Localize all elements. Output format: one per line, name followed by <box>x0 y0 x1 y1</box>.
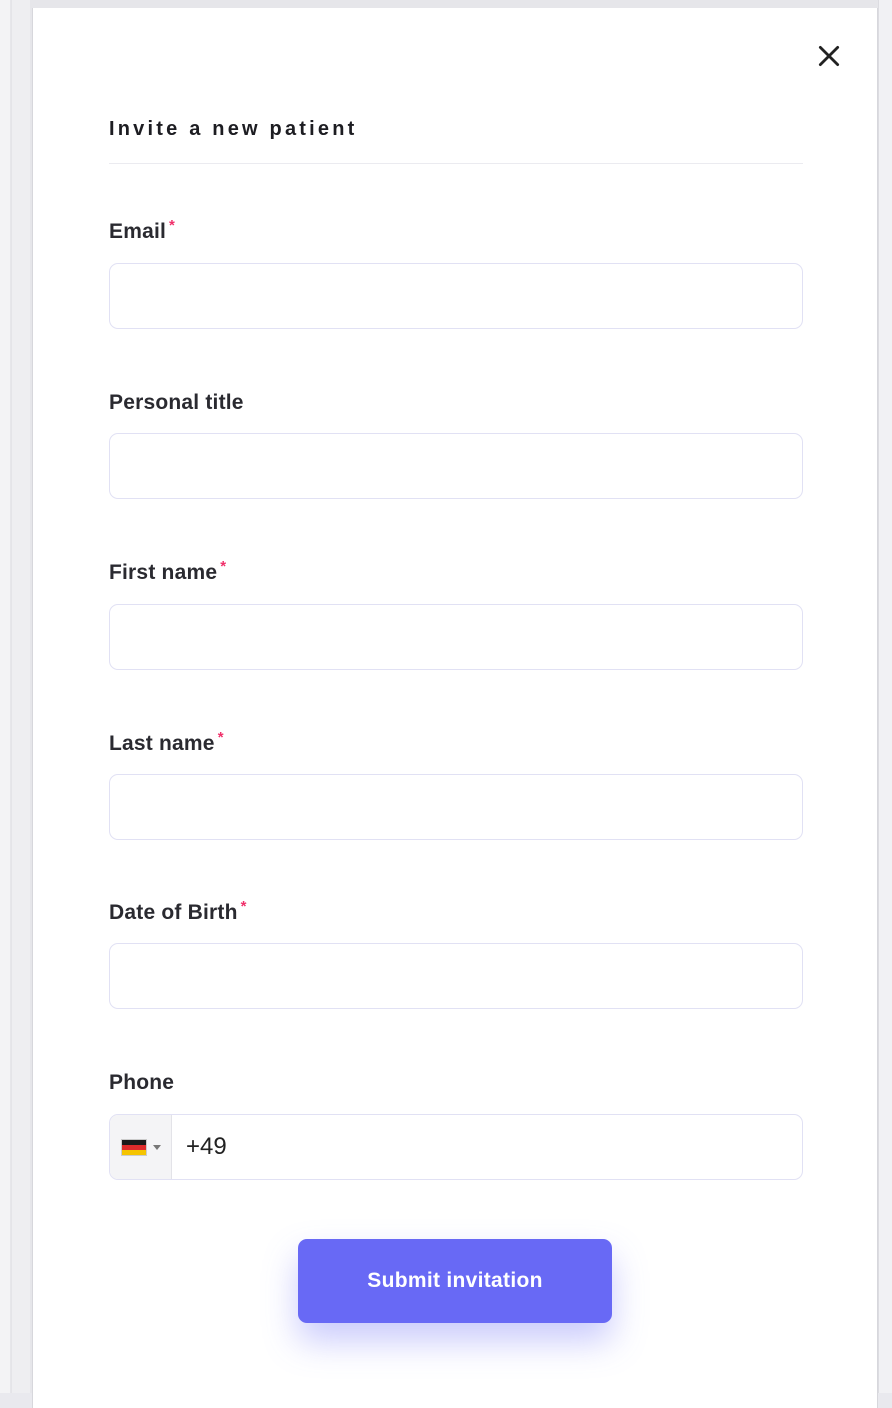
required-marker: * <box>240 898 247 915</box>
date-of-birth-label-text: Date of Birth <box>109 901 238 924</box>
phone-input[interactable] <box>172 1115 802 1179</box>
title-divider <box>109 163 803 164</box>
modal-title: Invite a new patient <box>109 118 358 140</box>
email-label-text: Email <box>109 220 167 243</box>
first-name-label-text: First name <box>109 561 218 584</box>
last-name-input[interactable] <box>109 774 803 840</box>
country-code-select[interactable] <box>110 1115 172 1179</box>
first-name-input[interactable] <box>109 604 803 670</box>
email-label: Email * <box>109 217 176 244</box>
phone-label: Phone <box>109 1071 174 1095</box>
last-name-label-text: Last name <box>109 732 215 755</box>
phone-field <box>109 1114 803 1180</box>
close-button[interactable] <box>811 38 847 74</box>
email-input[interactable] <box>109 263 803 329</box>
date-of-birth-label: Date of Birth * <box>109 898 247 925</box>
date-of-birth-input[interactable] <box>109 943 803 1009</box>
required-marker: * <box>217 729 224 746</box>
phone-label-text: Phone <box>109 1071 175 1094</box>
required-marker: * <box>169 217 176 234</box>
required-marker: * <box>220 558 227 575</box>
personal-title-input[interactable] <box>109 433 803 499</box>
close-icon <box>818 45 840 67</box>
submit-invitation-button[interactable]: Submit invitation <box>298 1239 612 1323</box>
personal-title-label-text: Personal title <box>109 391 244 414</box>
caret-down-icon <box>152 1144 161 1150</box>
background-left-edge <box>0 0 30 1393</box>
last-name-label: Last name * <box>109 729 224 756</box>
personal-title-label: Personal title <box>109 391 244 415</box>
first-name-label: First name * <box>109 558 227 585</box>
germany-flag-icon <box>120 1138 147 1156</box>
invite-patient-modal: Invite a new patient Email * Personal tit… <box>32 8 878 1408</box>
background-right-edge <box>878 0 892 1393</box>
